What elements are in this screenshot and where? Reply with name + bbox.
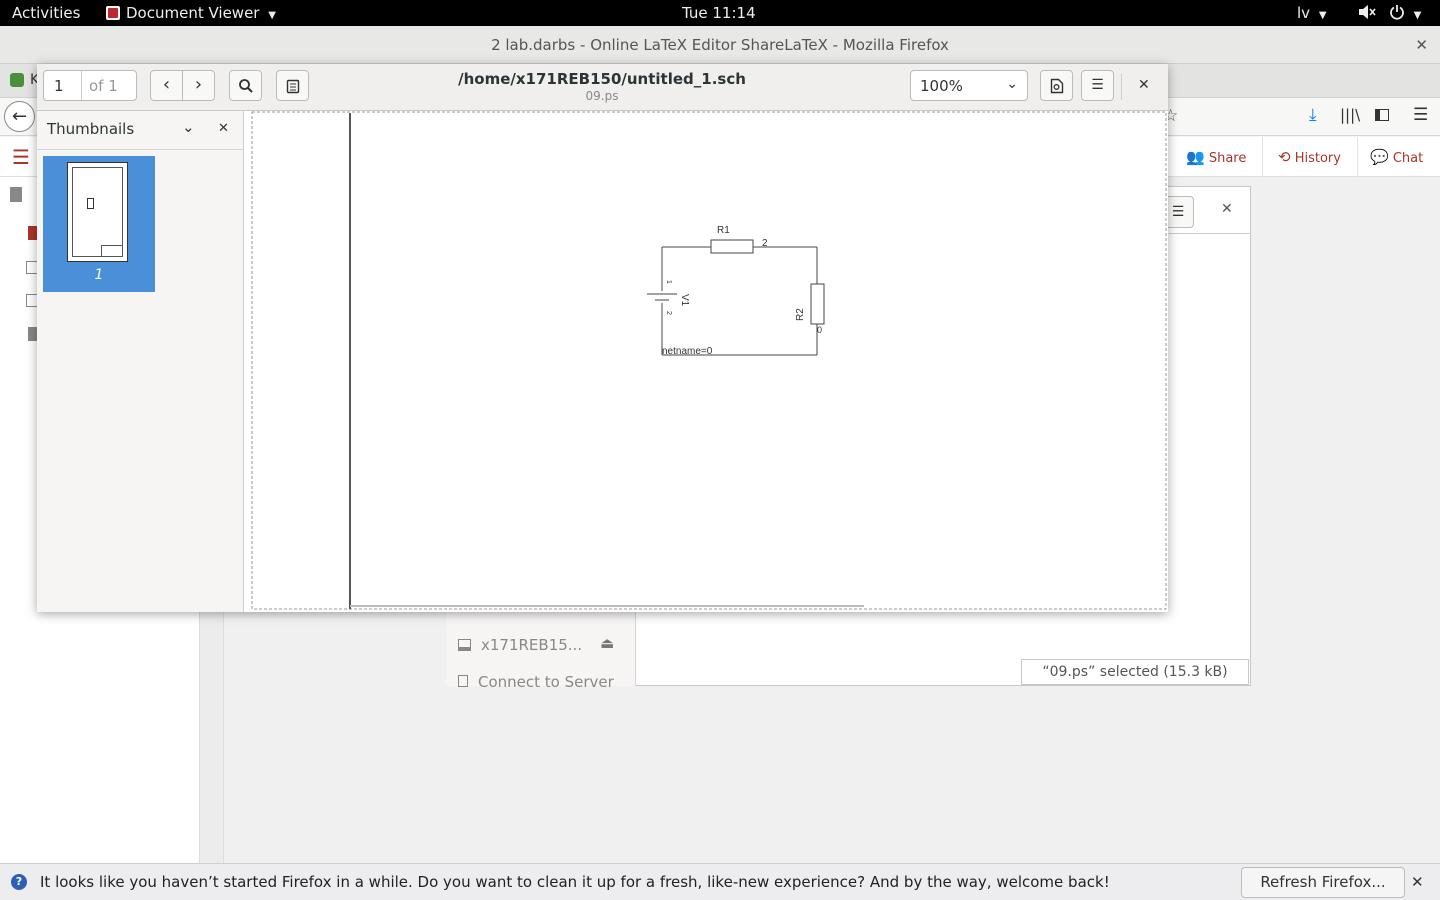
chat-bubble-icon: 💬 xyxy=(1370,148,1389,166)
back-button[interactable]: ← xyxy=(4,101,35,132)
file-icon[interactable] xyxy=(10,187,22,202)
header-divider xyxy=(1121,74,1122,100)
page-entry-divider xyxy=(81,71,82,100)
annotations-button[interactable] xyxy=(276,70,309,101)
pin1-label: 1 xyxy=(665,280,672,284)
r2-label: R2 xyxy=(795,308,806,321)
power-icon xyxy=(1389,5,1404,20)
notification-message: It looks like you haven’t started Firefo… xyxy=(40,873,1110,891)
history-label: History xyxy=(1294,151,1341,166)
chat-label: Chat xyxy=(1392,151,1424,166)
tab-favicon-icon[interactable] xyxy=(10,73,24,87)
downloads-icon[interactable]: ⤓ xyxy=(1309,105,1317,125)
refresh-firefox-button[interactable]: Refresh Firefox... xyxy=(1241,867,1405,898)
resistor-r2 xyxy=(810,283,825,325)
toolbar-divider xyxy=(1262,137,1263,177)
keyboard-layout-label: lv xyxy=(1297,4,1311,22)
eject-icon[interactable]: ⏏ xyxy=(600,634,614,652)
document-title: /home/x171REB150/untitled_1.sch 09.ps xyxy=(337,70,867,103)
users-icon: 👥 xyxy=(1186,148,1205,166)
document-page-view: R1 2 R2 0 V1 1 2 netname=0 xyxy=(244,111,1168,612)
chevron-down-icon[interactable]: ⌄ xyxy=(182,118,195,136)
selection-status: “09.ps” selected (15.3 kB) xyxy=(1021,659,1249,685)
viewer-headerbar: 1 of 1 ‹ › /home/x171REB150/untitled_1.s… xyxy=(37,64,1168,111)
overleaf-menu-icon[interactable]: ☰ xyxy=(12,145,30,169)
toolbar-divider xyxy=(1357,137,1358,177)
file-name: 09.ps xyxy=(585,89,619,103)
viewer-menu-button[interactable]: ☰ xyxy=(1081,70,1114,101)
help-icon: ? xyxy=(11,874,27,890)
firefox-window-title: 2 lab.darbs - Online LaTeX Editor ShareL… xyxy=(491,36,949,54)
voltage-source-v1 xyxy=(647,293,677,301)
thumbnail-label: 1 xyxy=(94,267,104,283)
close-sidebar-icon[interactable]: ✕ xyxy=(218,121,229,136)
zoom-value: 100% xyxy=(920,77,963,95)
share-button[interactable]: 👥 Share xyxy=(1186,137,1246,177)
next-page-button[interactable]: › xyxy=(182,70,215,101)
open-button[interactable] xyxy=(1040,70,1073,101)
sidebar-item-drive[interactable]: x171REB15... ⏏ xyxy=(458,634,628,654)
clock[interactable]: Tue 11:14 xyxy=(682,4,756,22)
node2-label: 2 xyxy=(762,238,768,249)
schematic-page: R1 2 R2 0 V1 1 2 netname=0 xyxy=(251,111,1167,610)
chooser-header-divider xyxy=(1169,233,1251,234)
pin2-label: 2 xyxy=(665,311,672,315)
drive-icon xyxy=(458,639,471,651)
thumbnail-image xyxy=(67,162,128,262)
page-total: of 1 xyxy=(89,77,118,95)
document-search-icon xyxy=(1050,78,1063,94)
app-menu-label: Document Viewer xyxy=(126,4,260,22)
app-menu[interactable]: Document Viewer ▼ xyxy=(106,4,276,22)
search-button[interactable] xyxy=(229,70,262,101)
chevron-down-icon: ▼ xyxy=(1413,10,1422,21)
close-viewer-icon[interactable]: ✕ xyxy=(1138,77,1150,93)
sidebar-title[interactable]: Thumbnails xyxy=(47,120,134,138)
node0-label: 0 xyxy=(817,325,822,335)
zoom-combobox[interactable]: 100% ⌄ xyxy=(910,70,1028,101)
previous-page-button[interactable]: ‹ xyxy=(150,70,183,101)
keyboard-layout[interactable]: lv ▼ xyxy=(1297,4,1327,22)
r1-label: R1 xyxy=(717,225,730,236)
sidebar-item-label: Connect to Server xyxy=(478,673,614,691)
sidebar-item-connect-to-server[interactable]: Connect to Server xyxy=(458,673,614,691)
v1-label: V1 xyxy=(679,294,690,307)
chevron-down-icon: ⌄ xyxy=(1006,76,1018,92)
overleaf-toolbar: 👥 Share ⟲ History 💬 Chat xyxy=(1170,137,1440,177)
thumbnails-sidebar: Thumbnails ⌄ ✕ 1 xyxy=(37,111,244,612)
page-current: 1 xyxy=(54,77,64,95)
resistor-r1 xyxy=(710,239,754,254)
page-number-entry[interactable]: 1 of 1 xyxy=(43,70,137,101)
system-menu[interactable]: ▼ xyxy=(1358,4,1421,22)
activities-button[interactable]: Activities xyxy=(12,4,80,22)
sidebars-icon[interactable] xyxy=(1375,109,1389,121)
chevron-down-icon: ▼ xyxy=(268,10,276,21)
volume-muted-icon xyxy=(1359,5,1376,19)
thumbnail-page-1[interactable]: 1 xyxy=(43,156,155,292)
document-viewer-icon xyxy=(106,6,120,20)
library-icon[interactable]: |||\ xyxy=(1340,106,1360,124)
server-icon xyxy=(458,675,468,687)
hamburger-menu-icon[interactable]: ☰ xyxy=(1413,105,1428,125)
share-label: Share xyxy=(1208,151,1247,166)
search-icon xyxy=(238,79,253,93)
close-notification-icon[interactable]: ✕ xyxy=(1411,873,1424,891)
chooser-close-icon[interactable]: ✕ xyxy=(1221,201,1233,217)
firefox-titlebar: 2 lab.darbs - Online LaTeX Editor ShareL… xyxy=(0,26,1440,64)
sidebar-header: Thumbnails ⌄ ✕ xyxy=(37,111,243,150)
chevron-down-icon: ▼ xyxy=(1318,10,1327,21)
chat-button[interactable]: 💬 Chat xyxy=(1370,137,1423,177)
firefox-notification-bar: ? It looks like you haven’t started Fire… xyxy=(0,863,1440,900)
history-button[interactable]: ⟲ History xyxy=(1278,137,1341,177)
close-window-icon[interactable]: ✕ xyxy=(1415,26,1428,64)
sidebar-item-label: x171REB15... xyxy=(481,636,583,654)
gnome-top-bar: Activities Document Viewer ▼ Tue 11:14 l… xyxy=(0,0,1440,26)
netname-label: netname=0 xyxy=(662,346,713,357)
file-chooser-sidebar: x171REB15... ⏏ Connect to Server xyxy=(446,610,636,691)
clipboard-icon xyxy=(286,79,299,94)
history-icon: ⟲ xyxy=(1278,148,1291,166)
file-path: /home/x171REB150/untitled_1.sch xyxy=(458,70,746,88)
